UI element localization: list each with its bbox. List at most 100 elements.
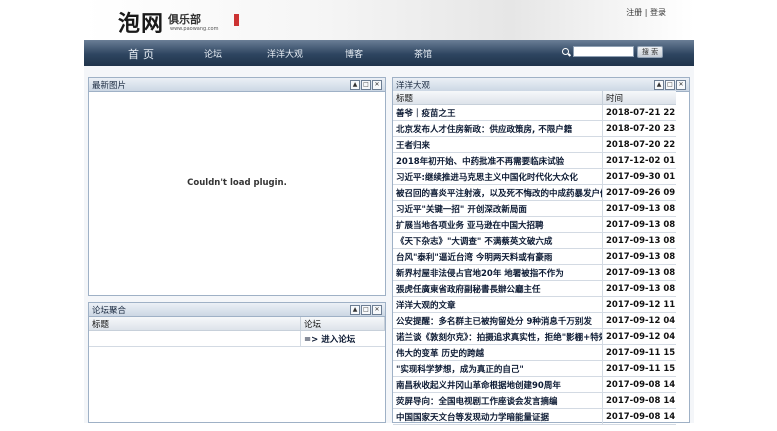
table-row[interactable]: 公安提醒：多名群主已被拘留处分 9种消息千万别发2017-09-12 04:40 [393,312,676,329]
news-title-link[interactable]: 新界村屋非法侵占官地20年 地署被指不作为 [393,264,603,281]
nav-home[interactable]: 首页 [128,46,158,62]
table-row[interactable]: 《天下杂志》"大调查" 不满蔡英文破六成2017-09-13 08:23 [393,232,676,249]
panel-header: 洋洋大观 ▲ □ ✕ [393,78,689,92]
table-row[interactable]: 中国国家天文台等发现动力学暗能量证据2017-09-08 14:00 [393,408,676,425]
news-time: 2017-09-13 08:19 [602,264,676,281]
close-icon[interactable]: ✕ [676,80,686,90]
site-logo[interactable]: 泡网 [118,6,164,38]
news-title-link[interactable]: 善爷｜疫苗之王 [393,104,603,121]
news-title-link[interactable]: 南昌秋收起义井冈山革命根据地创建90周年 [393,376,603,393]
collapse-icon[interactable]: ▲ [654,80,664,90]
close-icon[interactable]: ✕ [372,305,382,315]
table-row[interactable]: 王者归来2018-07-20 22:59 [393,136,676,153]
news-time: 2018-07-20 22:59 [602,136,676,153]
news-title-link[interactable]: 《天下杂志》"大调查" 不满蔡英文破六成 [393,232,603,249]
panel-title: 最新图片 [92,81,127,91]
search-icon [562,48,569,55]
column-header-forum[interactable]: 论坛 [300,317,385,331]
news-title-link[interactable]: 中国国家天文台等发现动力学暗能量证据 [393,408,603,425]
panel-header: 最新图片 ▲ □ ✕ [89,78,385,92]
enter-forum-link[interactable]: => 进入论坛 [300,330,385,347]
yangyang-panel: 洋洋大观 ▲□✕ 标题 时间 善爷｜疫苗之王2018-07-21 22:49北京… [392,77,690,425]
news-title-link[interactable]: 诺兰谈《敦刻尔克》：拍摄追求真实性，拒绝"影棚+特效" [393,328,603,345]
news-time: 2017-12-02 01:21 [602,152,676,169]
news-time: 2017-09-12 11:30 [602,296,676,313]
site-logo-sub: 俱乐部 [168,13,201,26]
table-row[interactable]: 2018年初开始、中药批准不再需要临床试验2017-12-02 01:21 [393,152,676,169]
nav-teahouse[interactable]: 茶馆 [414,47,432,60]
news-title-link[interactable]: 2018年初开始、中药批准不再需要临床试验 [393,152,603,169]
news-title-link[interactable]: 北京发布人才住房新政：供应政策房, 不限户籍 [393,120,603,137]
maximize-icon[interactable]: □ [665,80,675,90]
forum-table: 标题 论坛 => 进入论坛 [89,317,385,347]
nav-forum[interactable]: 论坛 [204,47,222,60]
news-title-link[interactable]: 习近平:继续推进马克思主义中国化时代化大众化 [393,168,603,185]
news-table: 标题 时间 善爷｜疫苗之王2018-07-21 22:49北京发布人才住房新政：… [393,91,676,425]
news-title-link[interactable]: 被召回的喜炎平注射液，以及死不悔改的中成药暴发户们 [393,184,603,201]
news-time: 2018-07-20 23:13 [602,120,676,137]
table-row[interactable]: 荧屏导向：全国电视剧工作座谈会发言摘编2017-09-08 14:01 [393,392,676,409]
news-time: 2017-09-26 09:53 [602,184,676,201]
column-header-title[interactable]: 标题 [393,91,603,105]
news-time: 2017-09-12 04:38 [602,328,676,345]
nav-yangyang[interactable]: 洋洋大观 [267,47,303,60]
news-title-link[interactable]: 台风"泰利"逼近台湾 今明两天料或有豪雨 [393,248,603,265]
news-time: 2018-07-21 22:49 [602,104,676,121]
news-title-link[interactable]: 荧屏导向：全国电视剧工作座谈会发言摘编 [393,392,603,409]
news-title-link[interactable]: 扩展当地各项业务 亚马逊在中国大招聘 [393,216,603,233]
main-nav: 首页 论坛 洋洋大观 博客 茶馆 搜 索 [84,40,694,66]
maximize-icon[interactable]: □ [361,305,371,315]
news-time: 2017-09-13 08:25 [602,216,676,233]
table-row[interactable]: 诺兰谈《敦刻尔克》：拍摄追求真实性，拒绝"影棚+特效" 2017-09-12 04… [393,328,676,345]
close-icon[interactable]: ✕ [372,80,382,90]
news-title-link[interactable]: 公安提醒：多名群主已被拘留处分 9种消息千万别发 [393,312,603,329]
login-link[interactable]: 登录 [650,8,666,17]
news-title-link[interactable]: 洋洋大观的文章 [393,296,603,313]
search-button[interactable]: 搜 索 [637,46,663,58]
forum-aggregate-panel: 论坛聚合 ▲ □ ✕ 标题 论坛 => 进入论坛 [88,302,386,423]
table-row[interactable]: 习近平:继续推进马克思主义中国化时代化大众化2017-09-30 01:57 [393,168,676,185]
nav-blog[interactable]: 博客 [345,47,363,60]
table-row[interactable]: 新界村屋非法侵占官地20年 地署被指不作为2017-09-13 08:19 [393,264,676,281]
table-row[interactable]: 伟大的变革 历史的跨越2017-09-11 15:09 [393,344,676,361]
register-link[interactable]: 注册 [626,8,642,17]
news-time: 2017-09-08 14:00 [602,408,676,425]
link-separator: | [644,8,648,17]
table-row[interactable]: 洋洋大观的文章2017-09-12 11:30 [393,296,676,313]
table-row[interactable]: 北京发布人才住房新政：供应政策房, 不限户籍2018-07-20 23:13 [393,120,676,137]
collapse-icon[interactable]: ▲ [350,80,360,90]
news-time: 2017-09-11 15:06 [602,360,676,377]
collapse-icon[interactable]: ▲ [350,305,360,315]
news-time: 2017-09-13 08:17 [602,280,676,297]
site-url: www.paowang.com [170,26,219,32]
news-title-link[interactable]: "实现科学梦想，成为真正的自己" [393,360,603,377]
table-row: => 进入论坛 [89,330,385,347]
news-title-link[interactable]: 王者归来 [393,136,603,153]
column-header-title[interactable]: 标题 [89,317,301,331]
news-list-viewport: 标题 时间 善爷｜疫苗之王2018-07-21 22:49北京发布人才住房新政：… [393,91,676,431]
table-row[interactable]: 习近平"关键一招" 开创深改新局面2017-09-13 08:26 [393,200,676,217]
plugin-error-message: Couldn't load plugin. [187,178,287,188]
panel-title: 论坛聚合 [92,306,127,316]
maximize-icon[interactable]: □ [361,80,371,90]
news-time: 2017-09-13 08:20 [602,248,676,265]
column-header-time[interactable]: 时间 [602,91,676,105]
table-row[interactable]: 被召回的喜炎平注射液，以及死不悔改的中成药暴发户们2017-09-26 09:5… [393,184,676,201]
news-time: 2017-09-11 15:09 [602,344,676,361]
panel-title: 洋洋大观 [396,81,431,91]
news-time: 2017-09-08 14:05 [602,376,676,393]
news-title-link[interactable]: 張虎任廣東省政府副秘書長辦公廳主任 [393,280,603,297]
news-title-link[interactable]: 习近平"关键一招" 开创深改新局面 [393,200,603,217]
table-row[interactable]: 善爷｜疫苗之王2018-07-21 22:49 [393,104,676,121]
news-title-link[interactable]: 伟大的变革 历史的跨越 [393,344,603,361]
table-row[interactable]: 扩展当地各项业务 亚马逊在中国大招聘2017-09-13 08:25 [393,216,676,233]
table-row[interactable]: 台风"泰利"逼近台湾 今明两天料或有豪雨2017-09-13 08:20 [393,248,676,265]
search-input[interactable] [573,46,634,57]
news-time: 2017-09-08 14:01 [602,392,676,409]
news-time: 2017-09-12 04:40 [602,312,676,329]
table-row[interactable]: 張虎任廣東省政府副秘書長辦公廳主任2017-09-13 08:17 [393,280,676,297]
news-time: 2017-09-30 01:57 [602,168,676,185]
table-row[interactable]: "实现科学梦想，成为真正的自己"2017-09-11 15:06 [393,360,676,377]
table-row[interactable]: 南昌秋收起义井冈山革命根据地创建90周年2017-09-08 14:05 [393,376,676,393]
news-time: 2017-09-13 08:23 [602,232,676,249]
